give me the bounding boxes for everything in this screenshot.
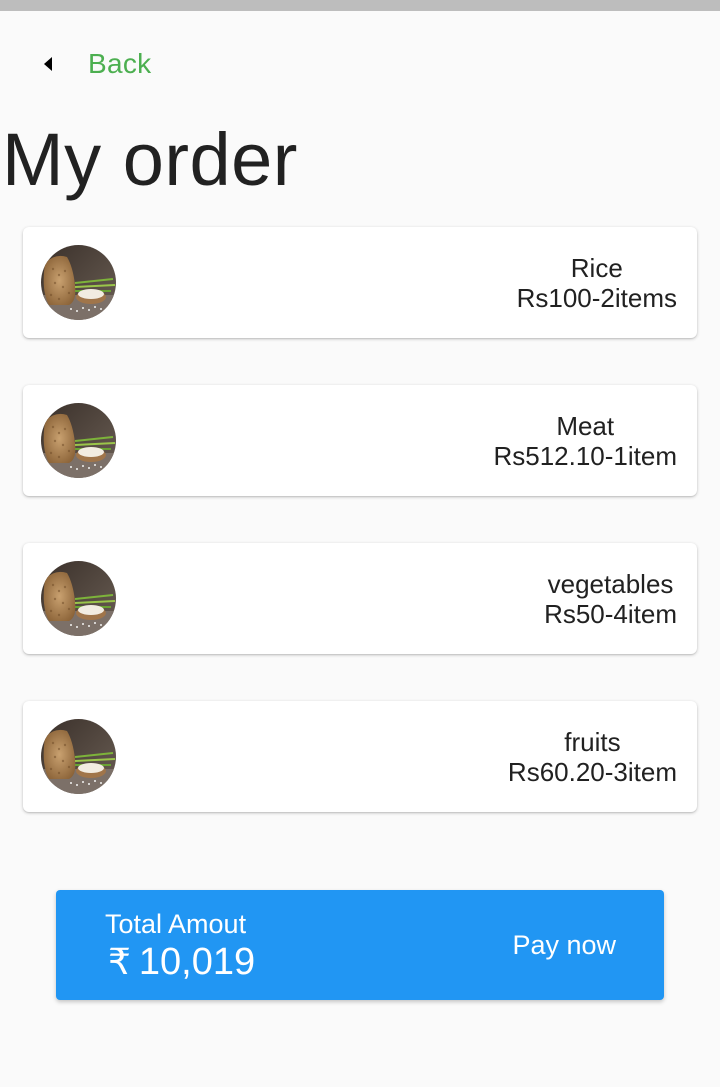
- total-amount: ₹ 10,019: [108, 940, 255, 984]
- product-thumbnail: [41, 245, 116, 320]
- order-card[interactable]: fruits Rs60.20-3item: [23, 701, 697, 812]
- back-button[interactable]: Back: [36, 44, 151, 84]
- product-thumbnail: [41, 561, 116, 636]
- page-title: My order: [2, 118, 298, 201]
- order-item-name: Meat: [556, 411, 615, 441]
- back-label: Back: [88, 48, 152, 79]
- total-amount-value: 10,019: [138, 941, 256, 983]
- order-card[interactable]: Meat Rs512.10-1item: [23, 385, 697, 496]
- pay-now-button[interactable]: Pay now: [512, 929, 616, 961]
- order-item-name: fruits: [564, 727, 621, 757]
- order-item-detail: Rs50-4item: [544, 599, 677, 629]
- order-item-text: vegetables Rs50-4item: [544, 569, 677, 629]
- order-item-text: Rice Rs100-2items: [517, 253, 677, 313]
- total-label: Total Amout: [105, 909, 247, 939]
- order-item-text: fruits Rs60.20-3item: [508, 727, 677, 787]
- product-thumbnail: [41, 719, 116, 794]
- grain-sack-photo: [41, 403, 116, 478]
- status-bar: [0, 0, 720, 11]
- triangle-left-icon: [36, 52, 60, 76]
- order-card[interactable]: vegetables Rs50-4item: [23, 543, 697, 654]
- order-list: Rice Rs100-2items Meat Rs512.10-1item ve…: [23, 227, 697, 859]
- order-item-detail: Rs100-2items: [516, 283, 677, 313]
- grain-sack-photo: [41, 561, 116, 636]
- order-item-name: Rice: [570, 253, 623, 283]
- order-item-detail: Rs512.10-1item: [493, 441, 677, 471]
- order-item-detail: Rs60.20-3item: [507, 757, 677, 787]
- order-item-name: vegetables: [547, 569, 674, 599]
- rupee-icon: ₹: [108, 941, 131, 982]
- product-thumbnail: [41, 403, 116, 478]
- order-item-text: Meat Rs512.10-1item: [493, 411, 677, 471]
- grain-sack-photo: [41, 245, 116, 320]
- grain-sack-photo: [41, 719, 116, 794]
- order-card[interactable]: Rice Rs100-2items: [23, 227, 697, 338]
- total-pay-bar: Total Amout ₹ 10,019 Pay now: [56, 890, 664, 1000]
